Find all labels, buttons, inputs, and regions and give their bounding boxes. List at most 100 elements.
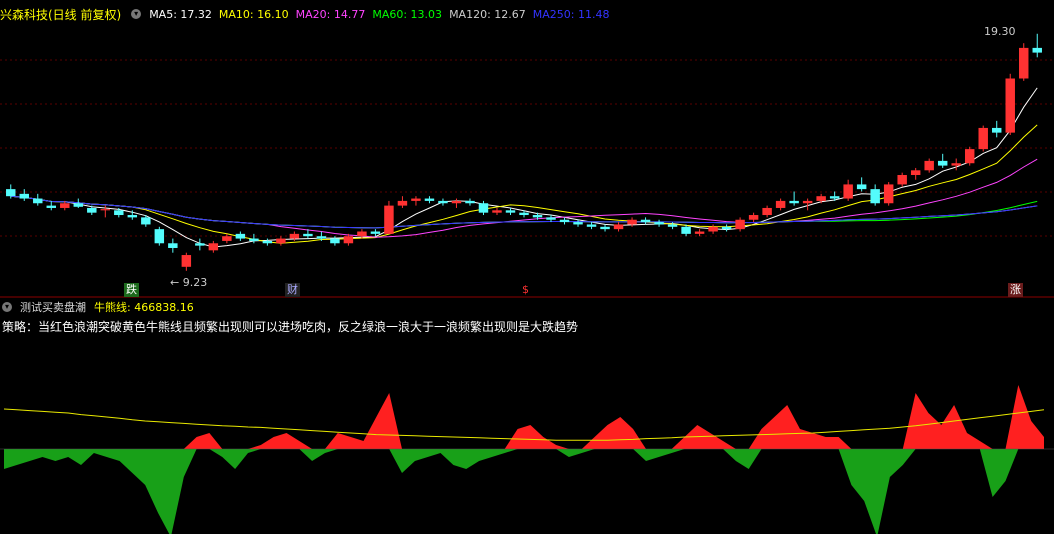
candle-body (856, 184, 867, 190)
candle-body (721, 226, 732, 230)
candle-body (6, 189, 16, 197)
candle-body (100, 209, 111, 211)
chevron-down-icon[interactable]: ▾ (131, 9, 142, 19)
candle-body (492, 210, 502, 213)
main-header: 兴森科技(日线 前复权) ▾ MA5: 17.32 MA10: 16.10 MA20… (0, 6, 610, 22)
candle-body (1032, 47, 1042, 53)
candle-body (613, 224, 624, 230)
candle-body (775, 200, 786, 208)
candle-body (181, 255, 192, 267)
ma-legend-item: MA250: 11.48 (532, 7, 610, 21)
candle-body (384, 205, 394, 234)
candle-body (357, 231, 367, 237)
candle-body (1005, 78, 1015, 133)
candle-body (276, 238, 286, 244)
candle-body (708, 226, 718, 232)
candle-body (829, 196, 840, 199)
chevron-down-icon[interactable]: ▾ (2, 302, 12, 312)
candle-body (694, 231, 705, 234)
candle-body (19, 193, 29, 199)
candle-body (154, 229, 165, 244)
strategy-text: 策略：当红色浪潮突破黄色牛熊线且频繁出现则可以进场吃肉，反之绿浪一浪大于一浪频繁… (2, 320, 579, 334)
candle-body (816, 196, 826, 201)
candle-body (505, 210, 516, 213)
candle-body (978, 127, 988, 150)
candle-body (370, 231, 381, 234)
candle-body (640, 219, 651, 223)
high-price-label: 19.30 (984, 25, 1016, 38)
candle-body (73, 203, 84, 207)
chart-canvas (0, 33, 1054, 534)
tag-zhang: 涨 (1008, 283, 1023, 297)
candle-body (195, 243, 205, 246)
bull-bear-value: 牛熊线: 466838.16 (94, 301, 194, 314)
candle-body (789, 200, 799, 204)
candle-body (573, 222, 583, 225)
candle-body (208, 243, 219, 251)
candle-body (910, 170, 921, 176)
candle-body (992, 127, 1002, 133)
candle-body (627, 219, 637, 225)
candle-body (222, 236, 232, 241)
candle-body (60, 203, 70, 208)
candle-body (87, 207, 97, 213)
candle-body (424, 198, 435, 201)
candle-body (168, 243, 178, 248)
candle-body (114, 210, 124, 216)
candle-body (883, 184, 894, 204)
candle-body (330, 238, 340, 244)
tag-cai: 财 (285, 283, 300, 297)
candle-body (654, 222, 664, 225)
candle-body (33, 198, 43, 204)
indicator-title[interactable]: 测试买卖盘潮 (20, 299, 86, 315)
candle-body (600, 226, 610, 230)
ma-legend-item: MA5: 17.32 (149, 7, 212, 21)
candle-body (667, 224, 678, 227)
candle-body (438, 200, 448, 204)
candle-body (870, 189, 880, 204)
bear-wave-area (4, 449, 1044, 534)
candle-body (316, 236, 327, 239)
tag-dollar: $ (522, 283, 529, 296)
candle-body (1019, 47, 1029, 79)
candle-body (411, 198, 421, 201)
candle-body (46, 205, 56, 208)
low-price-label: ← 9.23 (170, 276, 208, 289)
indicator-header: ▾ 测试买卖盘潮 牛熊线: 466838.16 (0, 299, 202, 315)
candle-body (141, 217, 151, 225)
candle-body (451, 200, 462, 204)
stock-title[interactable]: 兴森科技(日线 前复权) (0, 6, 121, 23)
candle-body (519, 212, 529, 216)
candle-body (127, 215, 138, 218)
candle-body (397, 200, 408, 206)
candle-body (937, 160, 948, 166)
candle-body (478, 203, 489, 213)
tag-die: 跌 (124, 283, 139, 297)
candle-body (897, 175, 907, 185)
ma-legend-item: MA20: 14.77 (295, 7, 366, 21)
candle-body (681, 226, 691, 234)
candle-body (546, 217, 556, 220)
candle-body (465, 200, 475, 204)
candle-body (235, 233, 246, 239)
candle-body (303, 233, 313, 237)
candle-body (762, 207, 772, 216)
ma-legend-item: MA60: 13.03 (372, 7, 443, 21)
candle-body (964, 149, 975, 164)
ma-legend: MA5: 17.32 MA10: 16.10 MA20: 14.77 MA60: 13… (149, 8, 609, 21)
candle-body (951, 163, 961, 166)
ma-legend-item: MA10: 16.10 (218, 7, 289, 21)
candle-body (735, 219, 745, 230)
ma-legend-item: MA120: 12.67 (449, 7, 526, 21)
candle-body (343, 236, 354, 244)
candle-body (262, 240, 273, 244)
candle-body (802, 200, 813, 204)
candle-body (532, 215, 543, 218)
candle-body (586, 224, 597, 227)
candle-body (289, 233, 300, 239)
candle-body (843, 184, 853, 199)
candle-body (924, 160, 934, 171)
candle-body (748, 215, 759, 220)
ma5-line (10, 87, 1038, 248)
candle-body (249, 238, 259, 241)
